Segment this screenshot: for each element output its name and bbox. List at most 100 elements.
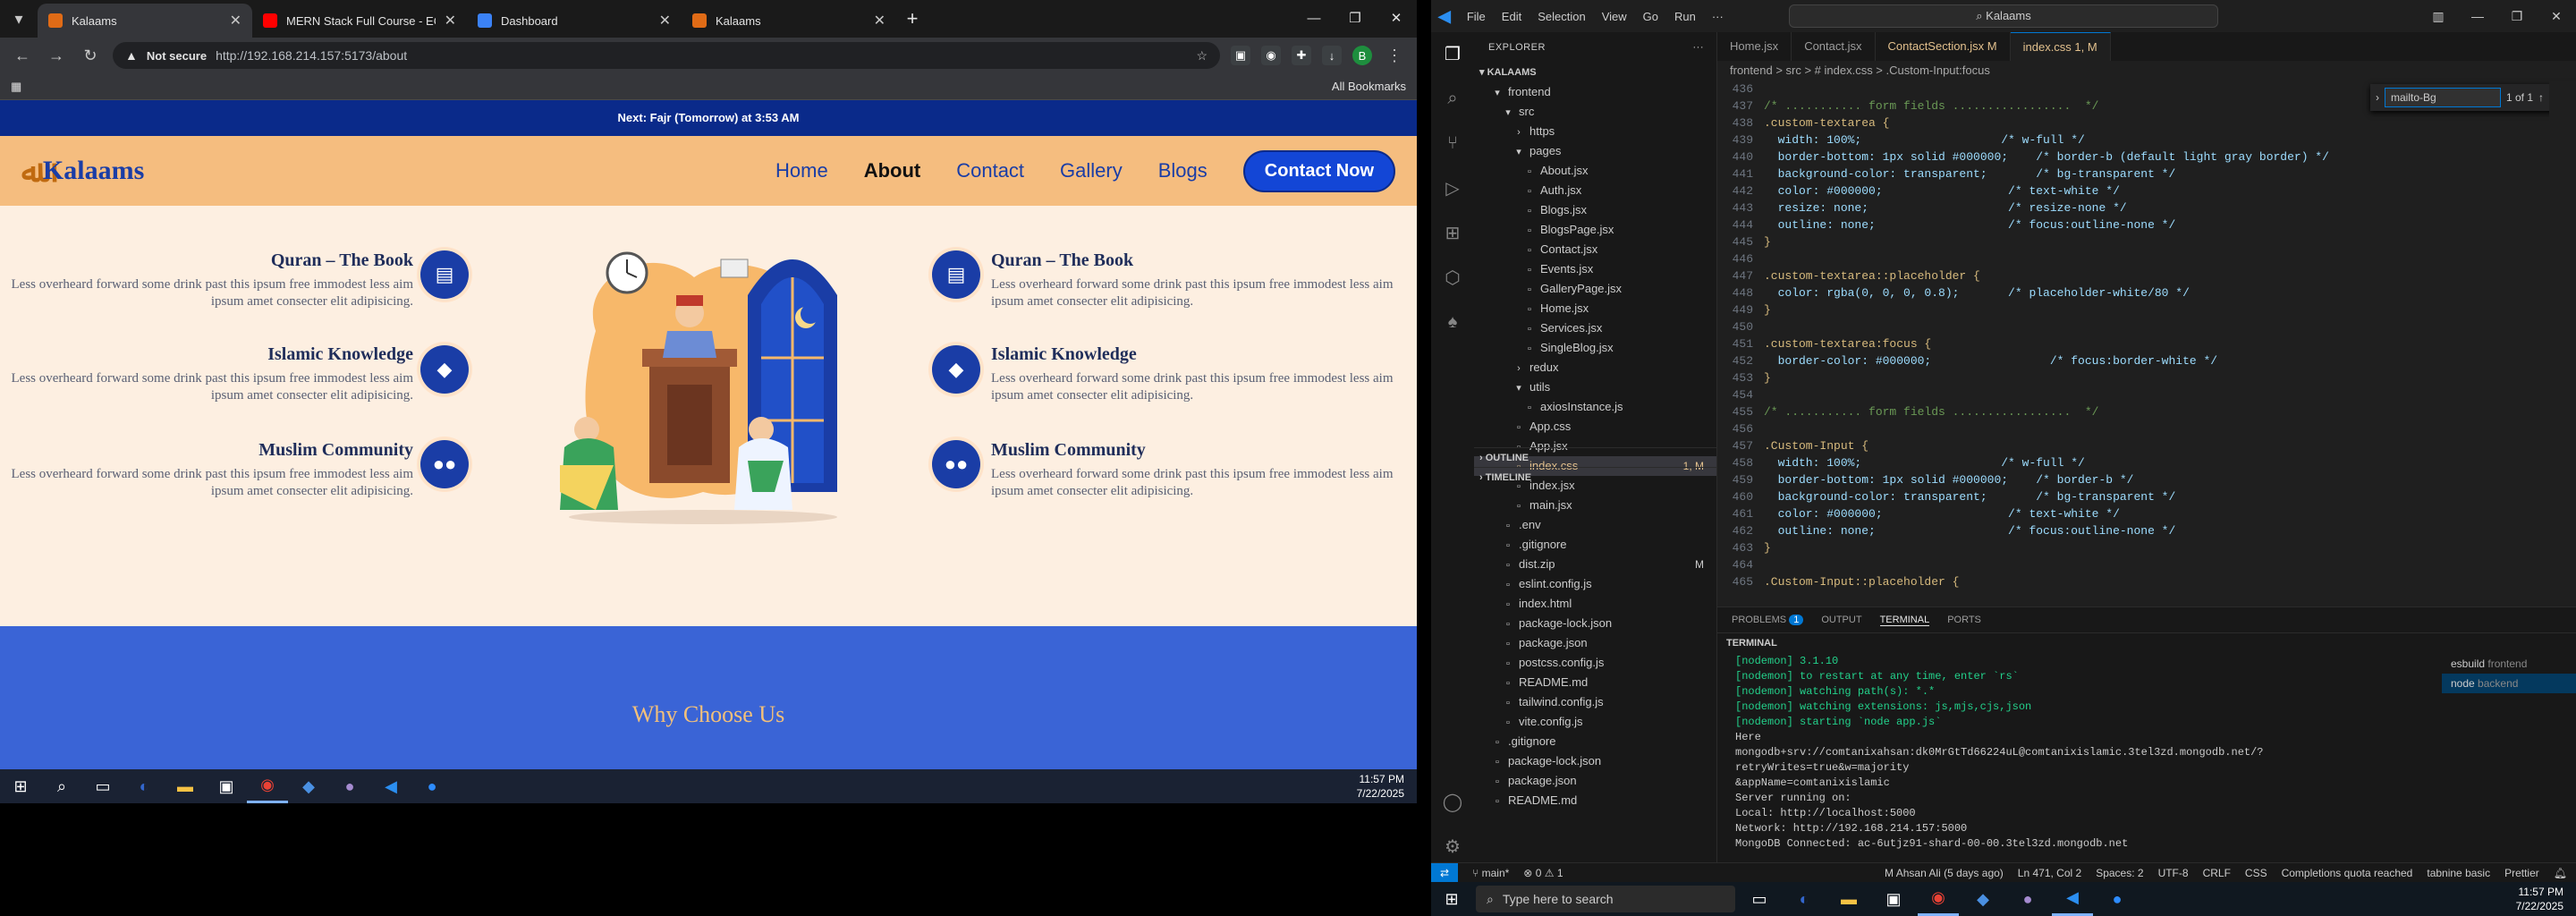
back-icon[interactable]: ← (11, 47, 34, 65)
contact-now-button[interactable]: Contact Now (1242, 149, 1395, 192)
extension-icon[interactable]: ◉ (1261, 46, 1281, 65)
file-explorer-icon[interactable]: ▬ (1828, 882, 1869, 916)
tab-terminal[interactable]: TERMINAL (1879, 615, 1930, 626)
code-line[interactable]: 451 .custom-textarea:focus { (1717, 335, 2549, 352)
tree-file[interactable]: ▫ package.json (1474, 633, 1716, 653)
chrome-icon[interactable]: ◉ (247, 769, 288, 803)
task-view-icon[interactable]: ▭ (82, 769, 123, 803)
code-line[interactable]: 462 outline: none; /* focus:outline-none… (1717, 522, 2549, 539)
site-logo[interactable]: ﷲ Kalaams (21, 153, 144, 190)
cursor-position[interactable]: Ln 471, Col 2 (2018, 867, 2081, 879)
tree-file[interactable]: ▫ Services.jsx (1474, 318, 1716, 338)
settings-gear-icon[interactable]: ⚙ (1438, 830, 1467, 862)
code-line[interactable]: 450 (1717, 318, 2549, 335)
code-line[interactable]: 463} (1717, 539, 2549, 556)
all-bookmarks-button[interactable]: All Bookmarks (1332, 80, 1406, 93)
copilot-status[interactable]: Completions quota reached (2282, 867, 2413, 879)
download-icon[interactable]: ↓ (1322, 46, 1342, 65)
github-icon[interactable]: ● (329, 769, 370, 803)
account-icon[interactable]: ◯ (1438, 785, 1467, 818)
github-icon[interactable]: ● (2007, 882, 2048, 916)
browser-tab-youtube[interactable]: MERN Stack Full Course - EComm ✕ (252, 4, 467, 38)
editor-tab-indexcss[interactable]: index.css 1, M (2010, 32, 2111, 61)
language-mode[interactable]: CSS (2245, 867, 2267, 879)
code-line[interactable]: 449} (1717, 301, 2549, 318)
store-icon[interactable]: ▣ (1873, 882, 1914, 916)
code-line[interactable]: 454 (1717, 386, 2549, 403)
code-line[interactable]: 456 (1717, 420, 2549, 437)
code-line[interactable]: 441 background-color: transparent; /* bg… (1717, 165, 2549, 182)
maximize-icon[interactable]: ❐ (2497, 0, 2537, 32)
notifications-bell-icon[interactable]: 🔔︎ (2554, 867, 2567, 879)
tree-folder[interactable]: › redux (1474, 358, 1716, 377)
code-line[interactable]: 439 width: 100%; /* w-full */ (1717, 131, 2549, 148)
tree-file[interactable]: ▫ postcss.config.js (1474, 653, 1716, 673)
app-icon[interactable]: ◆ (1962, 882, 2004, 916)
tab-search-icon[interactable]: ▾ (0, 0, 38, 38)
editor-tab-contact[interactable]: Contact.jsx (1792, 32, 1876, 61)
menu-run[interactable]: Run (1674, 10, 1696, 23)
code-line[interactable]: 453} (1717, 369, 2549, 386)
search-icon[interactable]: ⌕ (1438, 82, 1467, 114)
windows-start-icon[interactable]: ⊞ (0, 769, 41, 803)
nav-about[interactable]: About (864, 159, 921, 182)
edge-icon[interactable]: ◐ (123, 769, 165, 803)
tree-file[interactable]: ▫ main.jsx (1474, 496, 1716, 515)
tree-file[interactable]: ▫ eslint.config.js (1474, 574, 1716, 594)
code-line[interactable]: 445} (1717, 233, 2549, 250)
avatar[interactable]: B (1352, 46, 1372, 65)
tree-file[interactable]: ▫ Home.jsx (1474, 299, 1716, 318)
browser-tab-kalaams-2[interactable]: Kalaams ✕ (682, 4, 896, 38)
tree-file[interactable]: ▫ SingleBlog.jsx (1474, 338, 1716, 358)
close-icon[interactable]: ✕ (2537, 0, 2576, 32)
more-actions-icon[interactable]: ··· (1693, 32, 1705, 63)
tree-file[interactable]: ▫ BlogsPage.jsx (1474, 220, 1716, 240)
tab-output[interactable]: OUTPUT (1821, 615, 1861, 625)
code-line[interactable]: 460 background-color: transparent; /* bg… (1717, 488, 2549, 505)
tree-folder[interactable]: ▾ frontend (1474, 82, 1716, 102)
tree-file[interactable]: ▫ App.css (1474, 417, 1716, 437)
command-center-search[interactable]: ⌕ Kalaams (1789, 4, 2218, 28)
chevron-right-icon[interactable]: › (2376, 91, 2379, 104)
mongodb-icon[interactable]: ♠ (1438, 306, 1467, 338)
zoom-icon[interactable]: ● (411, 769, 453, 803)
extension-icon[interactable]: ▣ (1231, 46, 1250, 65)
menu-selection[interactable]: Selection (1538, 10, 1585, 23)
taskbar-clock[interactable]: 11:57 PM 7/22/2025 (1357, 772, 1417, 801)
code-line[interactable]: 443 resize: none; /* resize-none */ (1717, 199, 2549, 216)
forward-icon[interactable]: → (45, 47, 68, 65)
minimize-icon[interactable]: — (2458, 0, 2497, 32)
nav-home[interactable]: Home (775, 159, 828, 182)
tree-file[interactable]: ▫ GalleryPage.jsx (1474, 279, 1716, 299)
bookmark-star-icon[interactable]: ☆ (1196, 48, 1208, 64)
tree-file[interactable]: ▫ tailwind.config.js (1474, 692, 1716, 712)
warning-icon[interactable]: ▲ (125, 48, 138, 63)
tree-file[interactable]: ▫ axiosInstance.js (1474, 397, 1716, 417)
close-tab-icon[interactable]: ✕ (445, 12, 456, 30)
tree-file[interactable]: ▫ Blogs.jsx (1474, 200, 1716, 220)
editor-tab-home[interactable]: Home.jsx (1717, 32, 1792, 61)
code-line[interactable]: 452 border-color: #000000; /* focus:bord… (1717, 352, 2549, 369)
code-line[interactable]: 455 /* ........... form fields ..........… (1717, 403, 2549, 420)
security-label[interactable]: Not secure (147, 49, 207, 63)
code-line[interactable]: 461 color: #000000; /* text-white */ (1717, 505, 2549, 522)
code-line[interactable]: 446 (1717, 250, 2549, 267)
prettier-status[interactable]: Prettier (2504, 867, 2539, 879)
encoding[interactable]: UTF-8 (2158, 867, 2189, 879)
project-root[interactable]: ▾ KALAAMS (1474, 63, 1716, 82)
browser-tab-kalaams[interactable]: Kalaams ✕ (38, 4, 252, 38)
code-line[interactable]: 457 .Custom-Input { (1717, 437, 2549, 454)
tree-file[interactable]: ▫ .env (1474, 515, 1716, 535)
tree-file[interactable]: ▫ .gitignore (1474, 535, 1716, 555)
breadcrumb[interactable]: frontend > src > # index.css > .Custom-I… (1717, 61, 2576, 81)
terminal-output[interactable]: [nodemon] 3.1.10 [nodemon] to restart at … (1735, 654, 2433, 852)
tree-file[interactable]: ▫ About.jsx (1474, 161, 1716, 181)
file-explorer-icon[interactable]: ▬ (165, 769, 206, 803)
editor-tab-contactsection[interactable]: ContactSection.jsx M (1876, 32, 2011, 61)
tree-file[interactable]: ▫ dist.zip M (1474, 555, 1716, 574)
code-line[interactable]: 448 color: rgba(0, 0, 0, 0.8); /* placeh… (1717, 284, 2549, 301)
tree-folder[interactable]: ▾ src (1474, 102, 1716, 122)
search-icon[interactable]: ⌕ (41, 769, 82, 803)
minimap[interactable] (2549, 81, 2576, 606)
find-input[interactable]: mailto-Bg (2385, 88, 2501, 107)
